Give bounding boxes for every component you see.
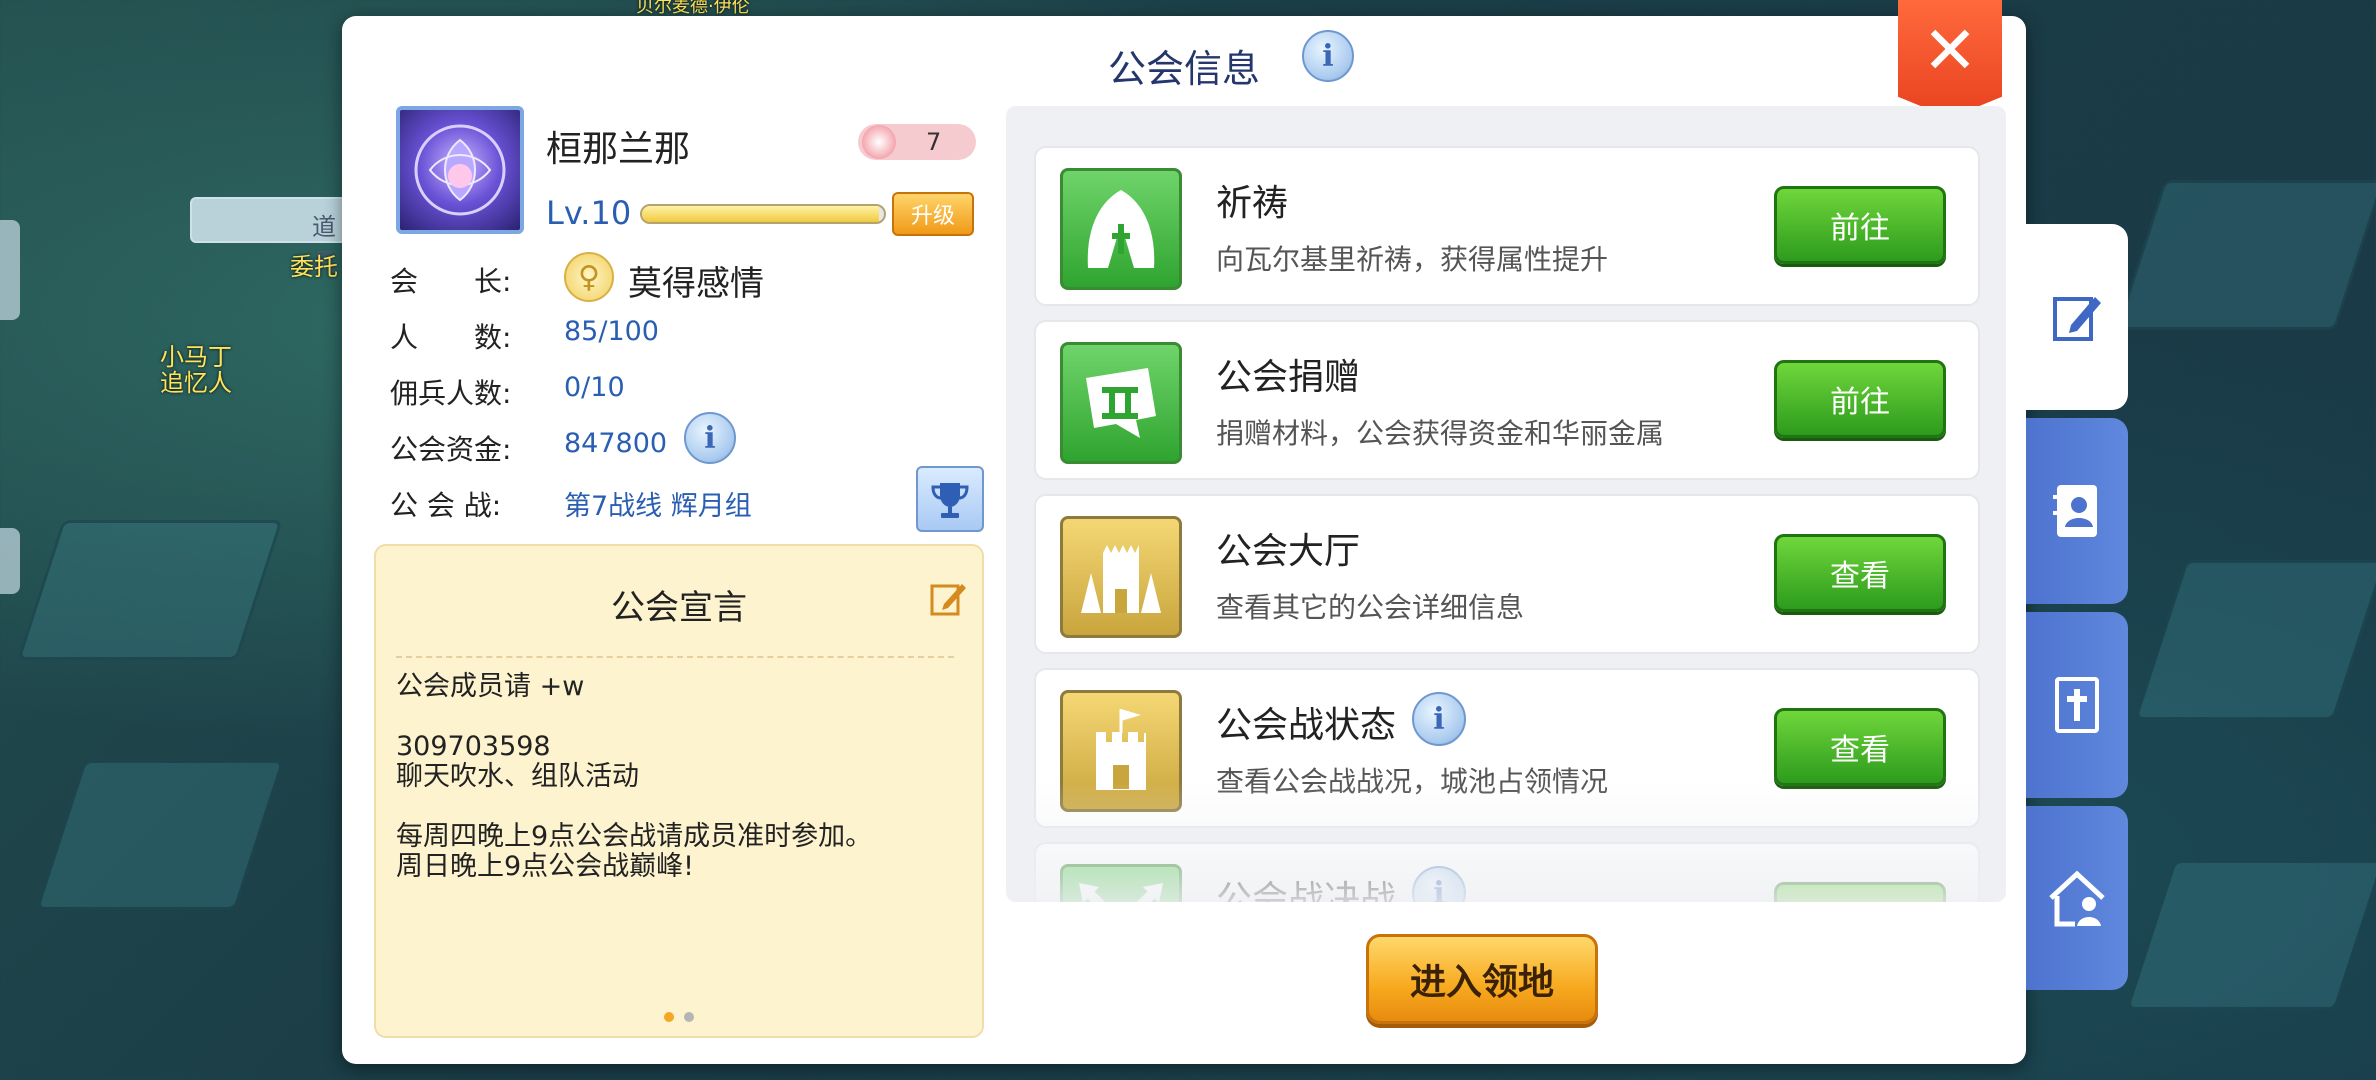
floor-tile [2134, 560, 2376, 720]
guild-emblem[interactable] [396, 106, 524, 234]
activity-desc: 向瓦尔基里祈祷，获得属性提升 [1216, 243, 1609, 276]
exp-bar [640, 204, 886, 224]
enter-territory-button[interactable]: 进入领地 [1366, 934, 1598, 1024]
crossed-swords-icon [1060, 864, 1182, 902]
floor-tile [17, 520, 283, 660]
flower-emblem-icon [414, 124, 506, 216]
activity-card-war-status: 公会战状态 i 查看公会战战况，城池占领情况 查看 [1034, 668, 1980, 828]
side-knob[interactable] [0, 528, 20, 594]
activity-card-prayer: 祈祷 向瓦尔基里祈祷，获得属性提升 前往 [1034, 146, 1980, 306]
guild-info-dialog: 公会信息 i ✕ 桓那兰那 7 Lv.10 升级 会 长: ♀ 莫得感情 人 数… [342, 0, 2026, 1064]
npc-name[interactable]: 委托 [290, 254, 338, 280]
tab-contacts[interactable] [2026, 418, 2128, 604]
donation-icon [1060, 342, 1182, 464]
title-info-button[interactable]: i [1302, 30, 1354, 82]
page-indicator [376, 1012, 982, 1022]
floor-tile [35, 760, 285, 910]
war-row: 公 会 战: 第7战线 辉月组 [390, 484, 752, 524]
page-dot[interactable] [664, 1012, 674, 1022]
npc-name[interactable]: 小马丁 追忆人 [160, 344, 232, 396]
rank-number: 7 [926, 128, 942, 156]
info-icon: i [1412, 692, 1466, 746]
edit-icon [2053, 297, 2101, 341]
activity-card-war-final: 公会战决战 i 前往 [1034, 842, 1980, 902]
war-label: 公 会 战: [390, 489, 502, 522]
leader-label: 会 长: [390, 265, 512, 298]
castle-flag-icon [1060, 690, 1182, 812]
war-value[interactable]: 第7战线 辉月组 [564, 484, 752, 523]
trophy-button[interactable] [916, 466, 984, 532]
flower-icon [862, 125, 896, 159]
mercenaries-row: 佣兵人数: 0/10 [390, 372, 625, 412]
side-knob[interactable] [0, 220, 20, 320]
trophy-icon [931, 483, 969, 518]
guild-hall-icon [1060, 516, 1182, 638]
members-label: 人 数: [390, 321, 512, 354]
mercenaries-label: 佣兵人数: [390, 377, 512, 410]
view-button[interactable]: 查看 [1774, 534, 1946, 612]
floor-tile [2115, 180, 2376, 330]
funds-row: 公会资金: 847800 [390, 428, 667, 468]
close-button[interactable]: ✕ [1898, 0, 2002, 118]
activity-title: 公会大厅 [1216, 531, 1361, 572]
info-icon: i [684, 412, 736, 464]
manifesto-divider [396, 656, 954, 658]
prayer-icon [1060, 168, 1182, 290]
activity-card-guild-hall: 公会大厅 查看其它的公会详细信息 查看 [1034, 494, 1980, 654]
activity-desc: 捐赠材料，公会获得资金和华丽金属 [1216, 417, 1665, 450]
funds-value: 847800 [564, 428, 668, 459]
guild-manifesto: 公会宣言 公会成员请 +w 309703598 聊天吹水、组队活动 每周四晚上9… [374, 544, 984, 1038]
activity-desc: 查看其它的公会详细信息 [1216, 591, 1525, 624]
activity-list[interactable]: 祈祷 向瓦尔基里祈祷，获得属性提升 前往 公会捐赠 捐赠材料，公会获得资金和华丽… [1006, 106, 2006, 902]
contacts-book-icon [2053, 485, 2097, 537]
view-button[interactable]: 查看 [1774, 708, 1946, 786]
church-door-icon [2055, 677, 2099, 733]
guild-name: 桓那兰那 [546, 129, 691, 170]
upgrade-button[interactable]: 升级 [892, 192, 974, 236]
funds-label: 公会资金: [390, 433, 512, 466]
edit-manifesto-button[interactable] [928, 578, 968, 622]
go-button[interactable]: 前往 [1774, 186, 1946, 264]
close-icon: ✕ [1922, 12, 1978, 89]
war-status-info-button[interactable]: i [1412, 692, 1466, 746]
activity-title: 公会战状态 [1216, 705, 1397, 746]
info-icon: i [1412, 866, 1466, 902]
mercenaries-value: 0/10 [564, 372, 625, 403]
members-value: 85/100 [564, 316, 659, 347]
leader-name[interactable]: 莫得感情 [628, 256, 764, 305]
edit-icon [930, 584, 966, 616]
rank-badge: 7 [858, 124, 976, 160]
funds-info-button[interactable]: i [684, 412, 736, 464]
info-icon: i [1302, 30, 1354, 82]
dialog-title: 公会信息 [1107, 47, 1260, 91]
go-button[interactable]: 前往 [1774, 360, 1946, 438]
guild-level: Lv.10 [546, 194, 632, 232]
tab-church[interactable] [2026, 612, 2128, 798]
floor-tile [2125, 860, 2376, 1010]
war-final-info-button[interactable]: i [1412, 866, 1466, 902]
members-row: 人 数: 85/100 [390, 316, 659, 356]
activity-title: 公会战决战 [1216, 879, 1397, 902]
manifesto-title: 公会宣言 [611, 588, 747, 628]
page-dot[interactable] [684, 1012, 694, 1022]
female-icon: ♀ [564, 252, 614, 302]
tab-edit[interactable] [2026, 224, 2128, 410]
activity-title: 公会捐赠 [1216, 357, 1361, 398]
home-members-icon [2049, 870, 2105, 927]
exp-bar-fill [642, 206, 880, 222]
manifesto-text: 公会成员请 +w 309703598 聊天吹水、组队活动 每周四晚上9点公会战请… [396, 671, 873, 882]
go-button[interactable]: 前往 [1774, 882, 1946, 902]
activity-card-donation: 公会捐赠 捐赠材料，公会获得资金和华丽金属 前往 [1034, 320, 1980, 480]
item-bar[interactable]: 道具 [190, 197, 360, 276]
tab-home-members[interactable] [2026, 806, 2128, 990]
activity-title: 祈祷 [1216, 183, 1289, 224]
leader-row: 会 长: [390, 260, 511, 300]
activity-desc: 查看公会战战况，城池占领情况 [1216, 765, 1609, 798]
